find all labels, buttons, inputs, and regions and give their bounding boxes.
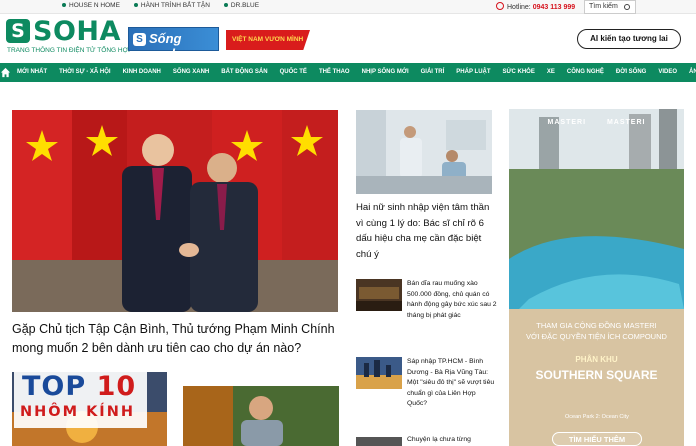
nav-item-anh[interactable]: ẢNH [683,63,696,82]
top-link-house-n-home[interactable]: HOUSE N HOME [62,2,120,9]
nav-item-cong-nghe[interactable]: CÔNG NGHỆ [561,63,610,82]
main-navigation: MỚI NHẤT THỜI SỰ - XÃ HỘI KINH DOANH SỐN… [0,63,696,82]
top10-title: TOP 10 [22,371,136,402]
hotline-number: 0943 113 999 [532,4,576,11]
ad-brand-1: MASTERI [547,119,587,126]
nav-item-video[interactable]: VIDEO [652,63,683,82]
nav-item-phap-luat[interactable]: PHÁP LUẬT [450,63,496,82]
dot-icon [223,3,228,8]
ad-headline-line-1: THAM GIA CỘNG ĐỒNG MASTERI [536,321,657,330]
hotline[interactable]: Hotline: 0943 113 999 [496,2,575,11]
nav-item-nhip-song-moi[interactable]: NHỊP SỐNG MỚI [356,63,415,82]
nav-item-moi-nhat[interactable]: MỚI NHẤT [11,63,53,82]
side-story-thumb[interactable] [356,279,402,311]
side-story-title[interactable]: Sáp nhập TP.HCM - Bình Dương - Bà Rịa Vũ… [407,357,497,410]
leaf-icon: S [133,33,146,46]
top10-label: TOP [22,371,87,402]
search-button[interactable]: Tìm kiếm [584,0,636,14]
side-story-thumb[interactable] [356,357,402,389]
side-story-thumb[interactable] [356,437,402,446]
top-link-label: DR.BLUE [230,2,260,9]
dot-icon [62,3,66,8]
dot-icon [133,3,138,8]
nav-item-song-xanh[interactable]: SỐNG XANH [167,63,215,82]
nav-item-giai-tri[interactable]: GIẢI TRÍ [415,63,451,82]
top10-number: 10 [96,371,137,402]
phone-icon [496,2,504,10]
top-link-label: HÀNH TRÌNH BẮT TẬN [140,2,210,9]
search-label: Tìm kiếm [589,3,618,10]
site-tagline: TRANG THÔNG TIN ĐIỆN TỬ TỔNG HỢP [7,47,133,54]
top-link-dr-blue[interactable]: DR.BLUE [223,2,260,9]
ad-location: Ocean Park 2: Ocean City [565,414,629,420]
nav-item-doi-song[interactable]: ĐỜI SỐNG [610,63,652,82]
nav-item-quoc-te[interactable]: QUỐC TẾ [274,63,313,82]
ad-brand-2: MASTERI [606,119,646,126]
song-xanh-banner[interactable]: S Sống xanh [128,27,219,61]
side-story-title[interactable]: Bán dĩa rau muống xào 500.000 đồng, chủ … [407,279,497,321]
ad-headline: THAM GIA CỘNG ĐỒNG MASTERI VỚI ĐẶC QUYỀN… [509,320,684,342]
top-link-label: HOUSE N HOME [69,2,120,9]
viet-nam-vuon-minh-banner[interactable]: VIỆT NAM VƯƠN MÌNH [226,30,310,50]
side-story-image[interactable] [356,110,492,194]
soha-logo-mark[interactable]: S [6,19,30,43]
masteri-advertisement[interactable]: MASTERI MASTERI THAM GIA CỘNG ĐỒNG MASTE… [509,109,684,446]
story-card-image[interactable] [183,386,339,446]
nav-item-suc-khoe[interactable]: SỨC KHỎE [497,63,541,82]
search-icon [624,4,630,10]
nav-item-kinh-doanh[interactable]: KINH DOANH [117,63,167,82]
ad-zone-label: PHÂN KHU [575,355,618,364]
song-xanh-label: Sống xanh [149,31,182,61]
ad-zone-name: SOUTHERN SQUARE [535,368,658,382]
top10-promo[interactable]: TOP 10 NHÔM KÍNH [14,370,147,428]
ai-kien-tao-button[interactable]: AI kiến tạo tương lai [577,29,681,49]
ad-headline-line-2: VỚI ĐẶC QUYỀN TIỆN ÍCH COMPOUND [526,332,667,341]
home-icon[interactable] [0,63,11,82]
side-story-title[interactable]: Hai nữ sinh nhập viện tâm thần vì cùng 1… [356,200,494,262]
top-link-hanh-trinh[interactable]: HÀNH TRÌNH BẮT TẬN [133,2,210,9]
nav-item-xe[interactable]: XE [541,63,561,82]
soha-homepage: HOUSE N HOME HÀNH TRÌNH BẮT TẬN DR.BLUE … [0,0,696,446]
top-utility-bar: HOUSE N HOME HÀNH TRÌNH BẮT TẬN DR.BLUE … [0,0,696,14]
nav-item-the-thao[interactable]: THỂ THAO [313,63,356,82]
hotline-label: Hotline: [507,4,531,11]
main-story-title[interactable]: Gặp Chủ tịch Tập Cận Bình, Thủ tướng Phạ… [12,320,342,358]
top-links: HOUSE N HOME HÀNH TRÌNH BẮT TẬN DR.BLUE [62,2,259,9]
nav-item-thoi-su[interactable]: THỜI SỰ - XÃ HỘI [53,63,116,82]
soha-logo-text[interactable]: SOHA [33,16,121,47]
nav-item-bat-dong-san[interactable]: BẤT ĐỘNG SẢN [215,63,273,82]
top10-subtitle: NHÔM KÍNH [20,404,135,420]
main-story-image[interactable] [12,110,338,312]
side-story-title[interactable]: Chuyện lạ chưa từng [407,435,497,445]
ad-cta-button[interactable]: TÌM HIỂU THÊM [552,432,642,446]
